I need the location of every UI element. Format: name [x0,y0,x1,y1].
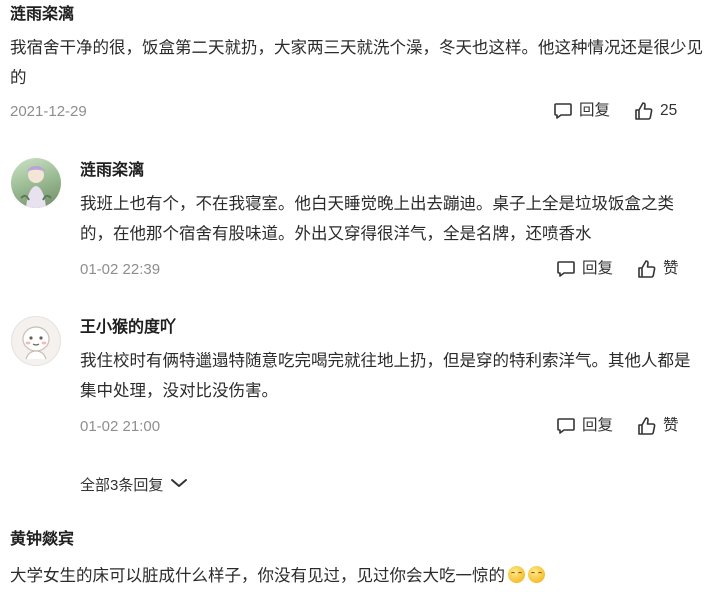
comment-icon [556,416,576,436]
thumbs-up-icon [637,416,657,436]
comment-icon [553,101,573,121]
reply-label: 回复 [582,417,614,434]
comment-date: 2021-12-29 [10,103,87,120]
expand-replies-button[interactable]: 全部3条回复 [80,474,189,495]
smile-emoji-icon [528,566,545,583]
comment-icon [556,259,576,279]
thumbs-up-icon [637,259,657,279]
comment-text: 我宿舍干净的很，饭盒第二天就扔，大家两三天就洗个澡，冬天也这样。他这种情况还是很… [10,39,703,87]
smile-emoji-icon [508,566,525,583]
reply-button[interactable]: 回复 [553,100,610,122]
chevron-down-icon [169,476,189,494]
comment-author[interactable]: 王小猴的度吖 [80,318,176,338]
reply-button[interactable]: 回复 [556,415,613,437]
thumbs-up-icon [634,101,654,121]
comment-text: 大学女生的床可以脏成什么样子，你没有见过，见过你会大吃一惊的 [10,567,505,585]
like-label: 赞 [663,260,679,277]
reply-label: 回复 [579,102,611,119]
avatar[interactable] [11,316,61,366]
reply-button[interactable]: 回复 [556,258,613,280]
comment-date: 01-02 21:00 [80,418,161,435]
reply-label: 回复 [582,260,614,277]
comment-date: 01-02 22:39 [80,261,161,278]
avatar[interactable] [11,158,61,208]
expand-replies-label: 全部3条回复 [80,477,164,494]
like-label: 赞 [663,417,679,434]
comment-author[interactable]: 涟雨栥漓 [80,161,144,181]
comment-author[interactable]: 黄钟燚宾 [10,530,74,550]
comment-author[interactable]: 涟雨栥漓 [10,5,74,25]
like-button[interactable]: 赞 [637,415,679,437]
comment-text: 我班上也有个，不在我寝室。他白天睡觉晚上出去蹦迪。桌子上全是垃圾饭盒之类的，在他… [80,195,674,243]
like-count: 25 [660,102,678,119]
like-button[interactable]: 赞 [637,258,679,280]
comment-text: 我住校时有俩特邋遢特随意吃完喝完就往地上扔，但是穿的特利索洋气。其他人都是集中处… [80,352,691,400]
comment-text-line: 大学女生的床可以脏成什么样子，你没有见过，见过你会大吃一惊的 [10,561,710,591]
like-button[interactable]: 25 [634,100,677,122]
